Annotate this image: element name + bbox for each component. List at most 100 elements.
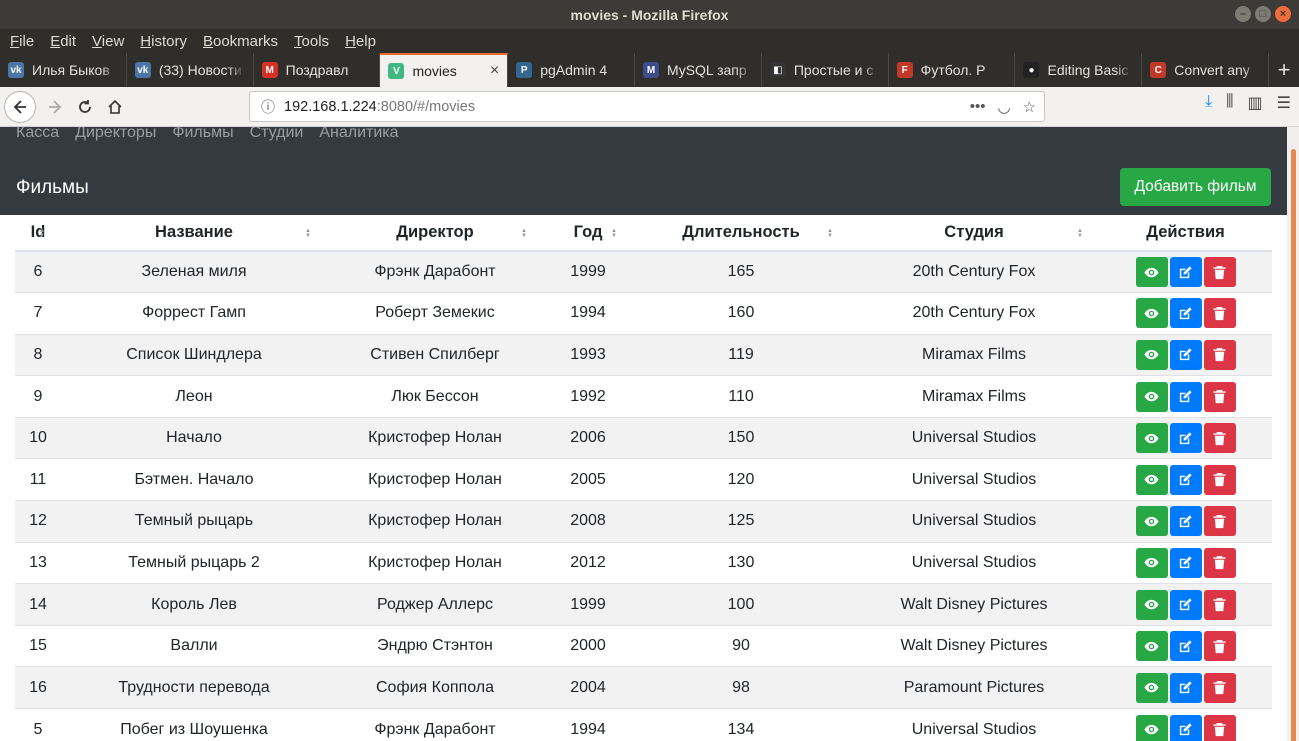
tab-3[interactable]: Vmovies × <box>380 53 509 87</box>
edit-icon <box>1179 348 1192 361</box>
view-button[interactable] <box>1135 381 1168 412</box>
delete-button[interactable] <box>1203 506 1236 537</box>
delete-button[interactable] <box>1203 257 1236 288</box>
home-button[interactable] <box>100 92 130 122</box>
pocket-icon[interactable]: ◡ <box>997 98 1010 116</box>
sort-icon[interactable]: ▲▼ <box>1077 228 1083 238</box>
maximize-icon[interactable]: □ <box>1255 6 1271 22</box>
reload-button[interactable] <box>70 92 100 122</box>
delete-button[interactable] <box>1203 631 1236 662</box>
edit-icon <box>1179 307 1192 320</box>
sort-icon[interactable]: ▲▼ <box>39 228 45 238</box>
edit-button[interactable] <box>1169 631 1202 662</box>
view-button[interactable] <box>1135 257 1168 288</box>
tab-9[interactable]: C Convert any <box>1142 53 1270 87</box>
forward-button[interactable] <box>40 92 70 122</box>
edit-icon <box>1179 556 1192 569</box>
tab-4[interactable]: PpgAdmin 4 <box>508 53 636 87</box>
tab-label: Илья Быков <box>32 62 110 78</box>
hamburger-menu-icon[interactable]: ☰ <box>1277 93 1291 113</box>
view-button[interactable] <box>1135 506 1168 537</box>
tab-2[interactable]: M Поздравл <box>254 53 381 87</box>
edit-button[interactable] <box>1169 506 1202 537</box>
delete-button[interactable] <box>1203 672 1236 703</box>
cell-title: Бэтмен. Начало <box>61 458 327 501</box>
view-button[interactable] <box>1135 547 1168 578</box>
app-nav-link[interactable]: Касса <box>16 127 59 142</box>
minimize-icon[interactable]: – <box>1235 6 1251 22</box>
view-button[interactable] <box>1135 339 1168 370</box>
tab-7[interactable]: F Футбол. Р <box>889 53 1016 87</box>
menu-history[interactable]: History <box>132 33 195 50</box>
column-header[interactable]: Директор ▲▼ <box>327 215 543 252</box>
menu-tools[interactable]: Tools <box>286 33 337 50</box>
column-header[interactable]: Id ▲▼ <box>15 215 61 252</box>
menu-edit[interactable]: Edit <box>42 33 84 50</box>
page-actions-icon[interactable]: ••• <box>970 98 986 116</box>
url-text[interactable]: 192.168.1.224:8080/#/movies <box>284 99 970 115</box>
downloads-icon[interactable]: ⤓ <box>1205 93 1212 113</box>
football-icon: F <box>896 62 913 78</box>
sort-icon[interactable]: ▲▼ <box>827 228 833 238</box>
view-button[interactable] <box>1135 589 1168 620</box>
back-button[interactable] <box>4 90 36 123</box>
column-header[interactable]: Название ▲▼ <box>61 215 327 252</box>
menu-help[interactable]: Help <box>337 33 384 50</box>
menu-view[interactable]: View <box>84 33 132 50</box>
delete-button[interactable] <box>1203 423 1236 454</box>
tab-1[interactable]: vk (33) Новости <box>127 53 254 87</box>
sort-icon[interactable]: ▲▼ <box>611 228 617 238</box>
delete-button[interactable] <box>1203 714 1236 741</box>
library-icon[interactable]: ⫼ <box>1226 93 1233 113</box>
view-button[interactable] <box>1135 423 1168 454</box>
view-button[interactable] <box>1135 672 1168 703</box>
view-button[interactable] <box>1135 464 1168 495</box>
delete-button[interactable] <box>1203 589 1236 620</box>
sort-icon[interactable]: ▲▼ <box>521 228 527 238</box>
delete-button[interactable] <box>1203 464 1236 495</box>
row-actions <box>1099 339 1272 370</box>
sort-icon[interactable]: ▲▼ <box>305 228 311 238</box>
edit-button[interactable] <box>1169 298 1202 329</box>
add-movie-button[interactable]: Добавить фильм <box>1120 168 1271 206</box>
menu-file[interactable]: File <box>2 33 42 50</box>
scroll-thumb[interactable] <box>1291 149 1296 741</box>
tab-0[interactable]: vk Илья Быков <box>0 53 127 87</box>
column-header[interactable]: Студия ▲▼ <box>849 215 1099 252</box>
bookmark-star-icon[interactable]: ☆ <box>1023 98 1036 116</box>
close-window-icon[interactable]: × <box>1275 6 1291 22</box>
tab-8[interactable]: ● Editing Basic <box>1015 53 1143 87</box>
delete-button[interactable] <box>1203 298 1236 329</box>
delete-button[interactable] <box>1203 381 1236 412</box>
menu-bookmarks[interactable]: Bookmarks <box>195 33 286 50</box>
view-button[interactable] <box>1135 631 1168 662</box>
app-nav-link[interactable]: Аналитика <box>319 127 398 142</box>
app-nav-link[interactable]: Директоры <box>75 127 156 142</box>
edit-button[interactable] <box>1169 423 1202 454</box>
trash-icon <box>1213 514 1226 528</box>
tab-5[interactable]: M MySQL запр <box>635 53 762 87</box>
view-button[interactable] <box>1135 714 1168 741</box>
column-header[interactable]: Длительность ▲▼ <box>633 215 849 252</box>
sidebar-icon[interactable]: ▥ <box>1248 93 1263 113</box>
url-bar[interactable]: ⓘ 192.168.1.224:8080/#/movies ••• ◡ ☆ <box>249 91 1045 122</box>
edit-button[interactable] <box>1169 589 1202 620</box>
edit-button[interactable] <box>1169 464 1202 495</box>
app-nav-link[interactable]: Студии <box>250 127 304 142</box>
edit-button[interactable] <box>1169 714 1202 741</box>
edit-button[interactable] <box>1169 672 1202 703</box>
edit-button[interactable] <box>1169 547 1202 578</box>
column-header[interactable]: Год ▲▼ <box>543 215 633 252</box>
edit-button[interactable] <box>1169 381 1202 412</box>
new-tab-button[interactable]: + <box>1269 53 1299 87</box>
tab-6[interactable]: ◧ Простые и с <box>762 53 889 87</box>
info-icon[interactable]: ⓘ <box>258 97 278 117</box>
view-button[interactable] <box>1135 298 1168 329</box>
edit-button[interactable] <box>1169 257 1202 288</box>
delete-button[interactable] <box>1203 547 1236 578</box>
tab-close-icon[interactable]: × <box>490 62 499 80</box>
delete-button[interactable] <box>1203 339 1236 370</box>
app-nav-link[interactable]: Фильмы <box>172 127 233 142</box>
edit-button[interactable] <box>1169 339 1202 370</box>
scrollbar[interactable] <box>1287 127 1299 741</box>
